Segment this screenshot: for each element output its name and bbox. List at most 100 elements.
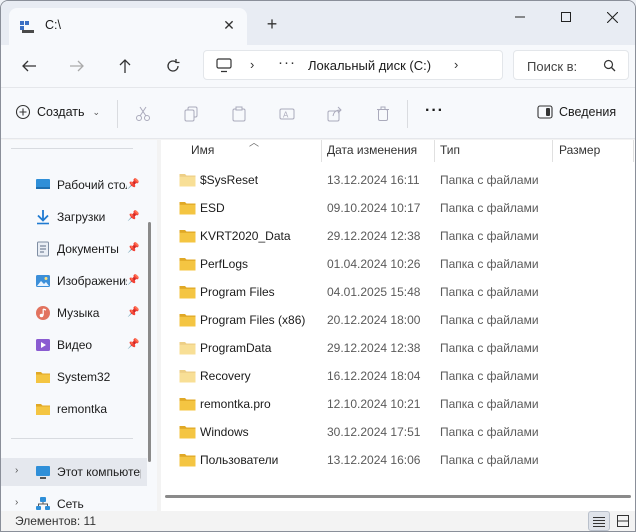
sidebar-item-this-pc[interactable]: › Этот компьютер: [1, 458, 147, 486]
share-button[interactable]: [325, 104, 345, 124]
file-type: Папка с файлами: [440, 257, 539, 271]
folder-icon: [179, 426, 196, 439]
tab-c-drive[interactable]: C:\ ✕: [9, 8, 247, 45]
close-tab-icon[interactable]: ✕: [219, 15, 239, 35]
file-explorer-window: C:\ ✕ + › ··· Локальный диск (C:) › Поис…: [0, 0, 636, 532]
search-box[interactable]: Поиск в:: [513, 50, 629, 80]
minimize-button[interactable]: [497, 3, 543, 31]
sidebar-item-remontka[interactable]: remontka: [1, 395, 147, 423]
more-options-button[interactable]: ···: [425, 102, 444, 120]
sidebar-item-label: System32: [57, 370, 111, 384]
file-row[interactable]: Recovery 16.12.2024 18:04 Папка с файлами: [177, 362, 635, 390]
minimize-icon: [515, 16, 525, 18]
forward-button[interactable]: [63, 53, 91, 79]
breadcrumb-chevron-icon[interactable]: ›: [250, 57, 254, 72]
sort-ascending-icon: ︿: [249, 138, 259, 149]
share-icon: [327, 106, 342, 122]
file-row[interactable]: ESD 09.10.2024 10:17 Папка с файлами: [177, 194, 635, 222]
details-pane-button[interactable]: Сведения: [537, 105, 616, 119]
up-button[interactable]: [111, 53, 139, 79]
file-type: Папка с файлами: [440, 201, 539, 215]
divider[interactable]: [321, 140, 322, 162]
breadcrumb-more[interactable]: ···: [278, 54, 296, 71]
sidebar-item-music[interactable]: Музыка 📌: [1, 299, 147, 327]
file-row[interactable]: Пользователи 13.12.2024 16:06 Папка с файл…: [177, 446, 635, 474]
column-header-size[interactable]: Размер: [559, 143, 600, 165]
file-date: 30.12.2024 17:51: [327, 425, 421, 439]
sidebar-item-videos[interactable]: Видео 📌: [1, 331, 147, 359]
item-count: Элементов: 11: [15, 514, 96, 528]
sidebar-item-label: Загрузки: [57, 210, 106, 224]
divider[interactable]: [434, 140, 435, 162]
address-bar[interactable]: › ··· Локальный диск (C:) ›: [203, 50, 503, 80]
navigation-pane: Рабочий стол 📌 Загрузки 📌 Документы 📌 Из…: [1, 140, 157, 514]
copy-button[interactable]: [181, 104, 201, 124]
file-row[interactable]: Program Files 04.01.2025 15:48 Папка с фай…: [177, 278, 635, 306]
rename-icon: A: [279, 108, 295, 120]
svg-text:A: A: [283, 111, 289, 120]
file-name: Program Files: [200, 285, 275, 299]
divider[interactable]: [633, 140, 634, 162]
file-row[interactable]: remontka.pro 12.10.2024 10:21 Папка с файл…: [177, 390, 635, 418]
file-name: Пользователи: [200, 453, 279, 467]
column-header-date[interactable]: Дата изменения: [327, 143, 417, 165]
tab-title: C:\: [45, 18, 61, 32]
file-name: remontka.pro: [200, 397, 271, 411]
pin-icon: 📌: [127, 275, 140, 286]
file-row[interactable]: Program Files (x86) 20.12.2024 18:00 Папка…: [177, 306, 635, 334]
close-icon: [606, 11, 618, 23]
copy-icon: [184, 106, 198, 122]
refresh-icon: [167, 59, 180, 72]
chevron-down-icon: ⌄: [92, 106, 101, 117]
file-date: 09.10.2024 10:17: [327, 201, 421, 215]
column-header-name[interactable]: Имя: [191, 143, 214, 165]
folder-icon: [179, 202, 196, 215]
file-row[interactable]: Windows 30.12.2024 17:51 Папка с файлами: [177, 418, 635, 446]
sidebar-item-system32[interactable]: System32: [1, 363, 147, 391]
paste-button[interactable]: [229, 104, 249, 124]
sidebar-item-desktop[interactable]: Рабочий стол 📌: [1, 171, 147, 199]
tiles-view-button[interactable]: [612, 511, 634, 531]
file-date: 20.12.2024 18:00: [327, 313, 421, 327]
cut-button[interactable]: [133, 104, 153, 124]
divider[interactable]: [552, 140, 553, 162]
file-row[interactable]: KVRT2020_Data 29.12.2024 12:38 Папка с фай…: [177, 222, 635, 250]
refresh-button[interactable]: [159, 53, 187, 79]
maximize-button[interactable]: [543, 3, 589, 31]
details-view-button[interactable]: [588, 511, 610, 531]
videos-icon: [36, 339, 50, 351]
divider: [407, 100, 408, 128]
close-window-button[interactable]: [589, 3, 635, 31]
chevron-right-icon[interactable]: ›: [15, 497, 18, 508]
file-type: Папка с файлами: [440, 341, 539, 355]
search-input[interactable]: Поиск в:: [527, 59, 577, 74]
chevron-right-icon[interactable]: ›: [15, 465, 18, 476]
delete-button[interactable]: [373, 104, 393, 124]
back-button[interactable]: [15, 53, 43, 79]
file-type: Папка с файлами: [440, 453, 539, 467]
plus-circle-icon: [15, 104, 31, 120]
file-date: 16.12.2024 18:04: [327, 369, 421, 383]
sidebar-item-label: Этот компьютер: [57, 465, 141, 479]
folder-icon: [179, 258, 196, 271]
navigation-bar: › ··· Локальный диск (C:) › Поиск в:: [1, 45, 635, 87]
file-row[interactable]: PerfLogs 01.04.2024 10:26 Папка с файлами: [177, 250, 635, 278]
horizontal-scrollbar[interactable]: [165, 495, 631, 498]
sidebar-item-downloads[interactable]: Загрузки 📌: [1, 203, 147, 231]
sidebar-item-pictures[interactable]: Изображения 📌: [1, 267, 147, 295]
sidebar-scrollbar[interactable]: [148, 222, 151, 462]
file-type: Папка с файлами: [440, 425, 539, 439]
sidebar-item-documents[interactable]: Документы 📌: [1, 235, 147, 263]
file-list-pane: ︿ Имя Дата изменения Тип Размер $SysRese…: [161, 138, 635, 514]
file-row[interactable]: $SysReset 13.12.2024 16:11 Папка с файлами: [177, 166, 635, 194]
breadcrumb-chevron-icon[interactable]: ›: [454, 57, 458, 72]
command-bar: Создать ⌄ A ··· Сведения: [1, 87, 635, 139]
new-button[interactable]: Создать ⌄: [15, 104, 100, 120]
column-header-type[interactable]: Тип: [440, 143, 460, 165]
file-row[interactable]: ProgramData 29.12.2024 12:38 Папка с файла…: [177, 334, 635, 362]
rename-button[interactable]: A: [277, 104, 297, 124]
file-date: 04.01.2025 15:48: [327, 285, 421, 299]
folder-icon: [179, 174, 196, 187]
breadcrumb-current[interactable]: Локальный диск (C:): [308, 58, 431, 73]
new-tab-button[interactable]: +: [261, 13, 283, 35]
